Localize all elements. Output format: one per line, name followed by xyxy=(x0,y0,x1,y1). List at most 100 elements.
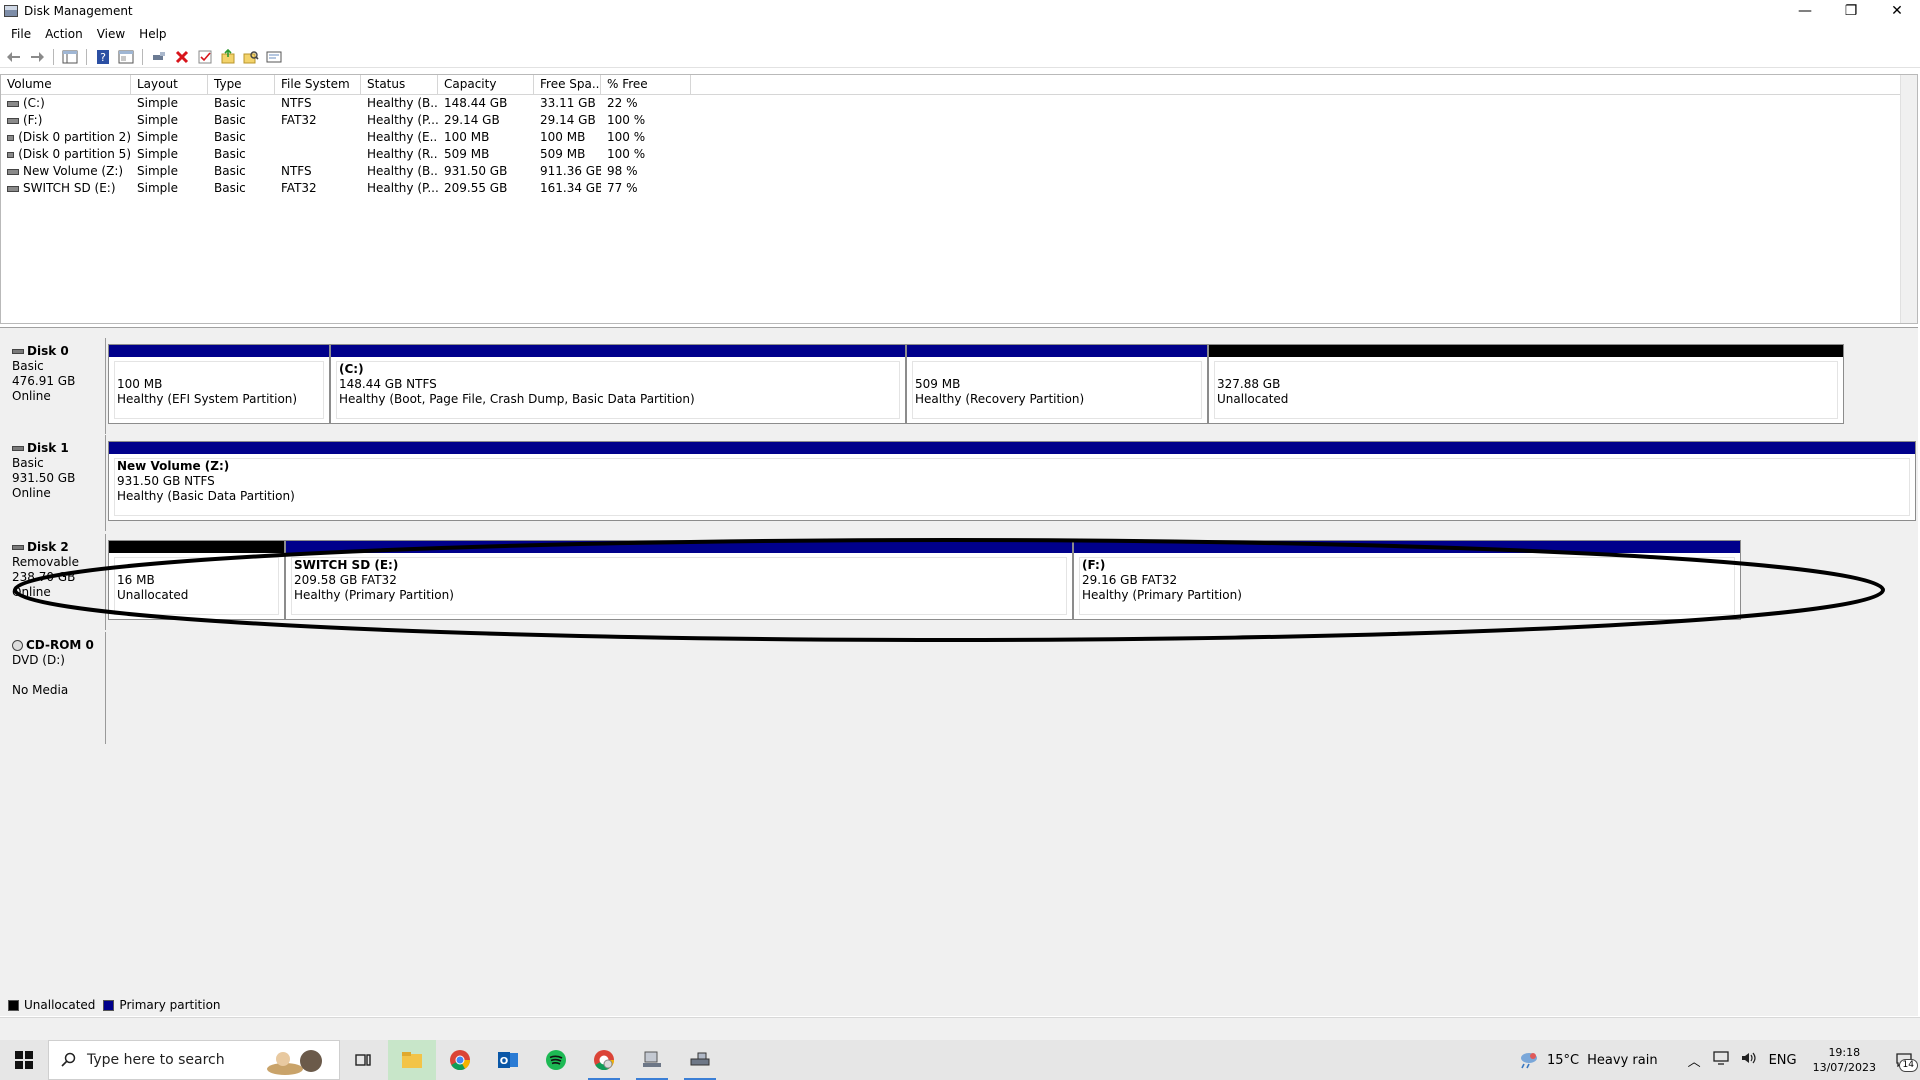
partition-size: 100 MB xyxy=(117,377,163,391)
volume-cell-layout: Simple xyxy=(137,164,178,178)
partition-status: Healthy (EFI System Partition) xyxy=(117,392,298,406)
volume-cell-file-system: NTFS xyxy=(281,164,312,178)
primary-partition-bar xyxy=(286,541,1072,553)
partition-block[interactable]: 16 MB Unallocated xyxy=(108,540,285,620)
task-view-icon[interactable] xyxy=(340,1040,388,1080)
spotify-icon[interactable] xyxy=(532,1040,580,1080)
volume-cell-volume: New Volume (Z:) xyxy=(1,163,131,180)
partition-size: 29.16 GB FAT32 xyxy=(1082,573,1178,587)
column-percent-free[interactable]: % Free xyxy=(601,75,691,94)
volume-cell-percent-free: 100 % xyxy=(607,113,646,127)
disk-size: 931.50 GB xyxy=(12,471,76,485)
connect-icon[interactable] xyxy=(149,47,169,67)
volume-speaker-icon[interactable] xyxy=(1741,1051,1757,1069)
volume-row[interactable]: (C:) Simple Basic NTFS Healthy (B... 148.44 G… xyxy=(1,95,1917,112)
volume-cell-layout: Simple xyxy=(137,181,178,195)
volume-row[interactable]: New Volume (Z:) Simple Basic NTFS Healthy (B… xyxy=(1,163,1917,180)
partition-block[interactable]: 327.88 GB Unallocated xyxy=(1208,344,1844,424)
delete-icon[interactable] xyxy=(172,47,192,67)
partition-block[interactable]: 100 MB Healthy (EFI System Partition) xyxy=(108,344,330,424)
properties-icon[interactable] xyxy=(116,47,136,67)
partition-block[interactable]: SWITCH SD (E:) 209.58 GB FAT32 Healthy (Pr… xyxy=(285,540,1073,620)
notification-center-button[interactable]: 14 xyxy=(1888,1040,1920,1080)
partition-label: New Volume (Z:) xyxy=(117,459,230,473)
search-placeholder: Type here to search xyxy=(87,1052,225,1068)
disk-row: Disk 2 Removable 238.70 GB Online 16 MB Unal… xyxy=(2,534,1916,630)
volume-row[interactable]: (Disk 0 partition 2) Simple Basic Healthy (… xyxy=(1,129,1917,146)
volume-row[interactable]: (F:) Simple Basic FAT32 Healthy (P... 29.14 G… xyxy=(1,112,1917,129)
partition-details: SWITCH SD (E:) 209.58 GB FAT32 Healthy (Pr… xyxy=(291,557,1067,615)
disk-state: Online xyxy=(12,486,51,500)
column-capacity[interactable]: Capacity xyxy=(438,75,534,94)
disk-label[interactable]: Disk 1 Basic 931.50 GB Online xyxy=(2,435,106,531)
disk-label[interactable]: Disk 2 Removable 238.70 GB Online xyxy=(2,534,106,630)
weather-widget[interactable]: 15°C Heavy rain xyxy=(1517,1050,1658,1070)
partition-size: 509 MB xyxy=(915,377,961,391)
disk-kind: Removable xyxy=(12,555,80,569)
close-button[interactable]: ✕ xyxy=(1874,0,1920,22)
chrome-profile-icon[interactable] xyxy=(580,1040,628,1080)
column-layout[interactable]: Layout xyxy=(131,75,208,94)
taskbar-search-box[interactable]: Type here to search xyxy=(48,1040,340,1080)
volume-cell-status: Healthy (E... xyxy=(367,130,438,144)
forward-arrow-icon[interactable] xyxy=(27,47,47,67)
search-disk-icon[interactable] xyxy=(241,47,261,67)
clock[interactable]: 19:18 13/07/2023 xyxy=(1813,1045,1876,1075)
computer-management-icon[interactable] xyxy=(628,1040,676,1080)
start-button[interactable] xyxy=(0,1040,48,1080)
title-bar: Disk Management — ❐ ✕ xyxy=(0,0,1920,22)
column-free-space[interactable]: Free Spa... xyxy=(534,75,601,94)
check-icon[interactable] xyxy=(195,47,215,67)
file-explorer-icon[interactable] xyxy=(388,1040,436,1080)
help-icon[interactable]: ? xyxy=(93,47,113,67)
legend-primary-partition: Primary partition xyxy=(103,998,221,1012)
menu-action[interactable]: Action xyxy=(38,24,90,44)
column-volume[interactable]: Volume xyxy=(1,75,131,94)
partition-block[interactable]: (C:) 148.44 GB NTFS Healthy (Boot, Page Fi… xyxy=(330,344,906,424)
volume-list-scrollbar[interactable] xyxy=(1900,75,1917,323)
restore-button[interactable]: ❐ xyxy=(1828,0,1874,22)
column-file-system[interactable]: File System xyxy=(275,75,361,94)
volume-cell-percent-free: 77 % xyxy=(607,181,638,195)
legend-unallocated: Unallocated xyxy=(8,998,95,1012)
partition-status: Healthy (Primary Partition) xyxy=(1082,588,1242,602)
menu-view[interactable]: View xyxy=(90,24,132,44)
volume-cell-type: Basic xyxy=(214,113,246,127)
column-status[interactable]: Status xyxy=(361,75,438,94)
menu-help[interactable]: Help xyxy=(132,24,173,44)
volume-cell-layout: Simple xyxy=(137,147,178,161)
disk-label[interactable]: Disk 0 Basic 476.91 GB Online xyxy=(2,338,106,434)
volume-row[interactable]: SWITCH SD (E:) Simple Basic FAT32 Healthy (P… xyxy=(1,180,1917,197)
disk-label[interactable]: CD-ROM 0 DVD (D:) No Media xyxy=(2,632,106,744)
svg-text:O: O xyxy=(500,1056,509,1067)
partition-status: Healthy (Boot, Page File, Crash Dump, Ba… xyxy=(339,392,695,406)
column-type[interactable]: Type xyxy=(208,75,275,94)
partition-block[interactable]: 509 MB Healthy (Recovery Partition) xyxy=(906,344,1208,424)
outlook-icon[interactable]: O xyxy=(484,1040,532,1080)
clock-date: 13/07/2023 xyxy=(1812,1061,1876,1074)
show-hidden-icons-chevron-icon[interactable]: ︿ xyxy=(1688,1051,1701,1070)
partition-block[interactable]: New Volume (Z:) 931.50 GB NTFS Healthy (Ba… xyxy=(108,441,1916,521)
language-indicator[interactable]: ENG xyxy=(1769,1053,1797,1068)
minimize-button[interactable]: — xyxy=(1782,0,1828,22)
console-tree-icon[interactable] xyxy=(60,47,80,67)
windows-logo-icon xyxy=(15,1051,33,1069)
disk-row: Disk 1 Basic 931.50 GB Online New Volume (Z:… xyxy=(2,435,1916,531)
unallocated-bar xyxy=(109,541,284,553)
partition-label xyxy=(915,362,1201,377)
menu-file[interactable]: File xyxy=(4,24,38,44)
volume-cell-volume: (F:) xyxy=(1,112,131,129)
back-arrow-icon[interactable] xyxy=(4,47,24,67)
volume-name: (F:) xyxy=(23,113,43,127)
volume-cell-free-space: 33.11 GB xyxy=(540,96,596,110)
partition-block[interactable]: (F:) 29.16 GB FAT32 Healthy (Primary Parti… xyxy=(1073,540,1741,620)
volume-cell-percent-free: 98 % xyxy=(607,164,638,178)
rescan-icon[interactable] xyxy=(218,47,238,67)
volume-row[interactable]: (Disk 0 partition 5) Simple Basic Healthy (… xyxy=(1,146,1917,163)
chrome-icon[interactable] xyxy=(436,1040,484,1080)
disk-management-taskbar-icon[interactable] xyxy=(676,1040,724,1080)
network-icon[interactable] xyxy=(1712,1051,1729,1069)
volume-cell-type: Basic xyxy=(214,181,246,195)
settings-list-icon[interactable] xyxy=(264,47,284,67)
partition-label xyxy=(117,558,278,573)
